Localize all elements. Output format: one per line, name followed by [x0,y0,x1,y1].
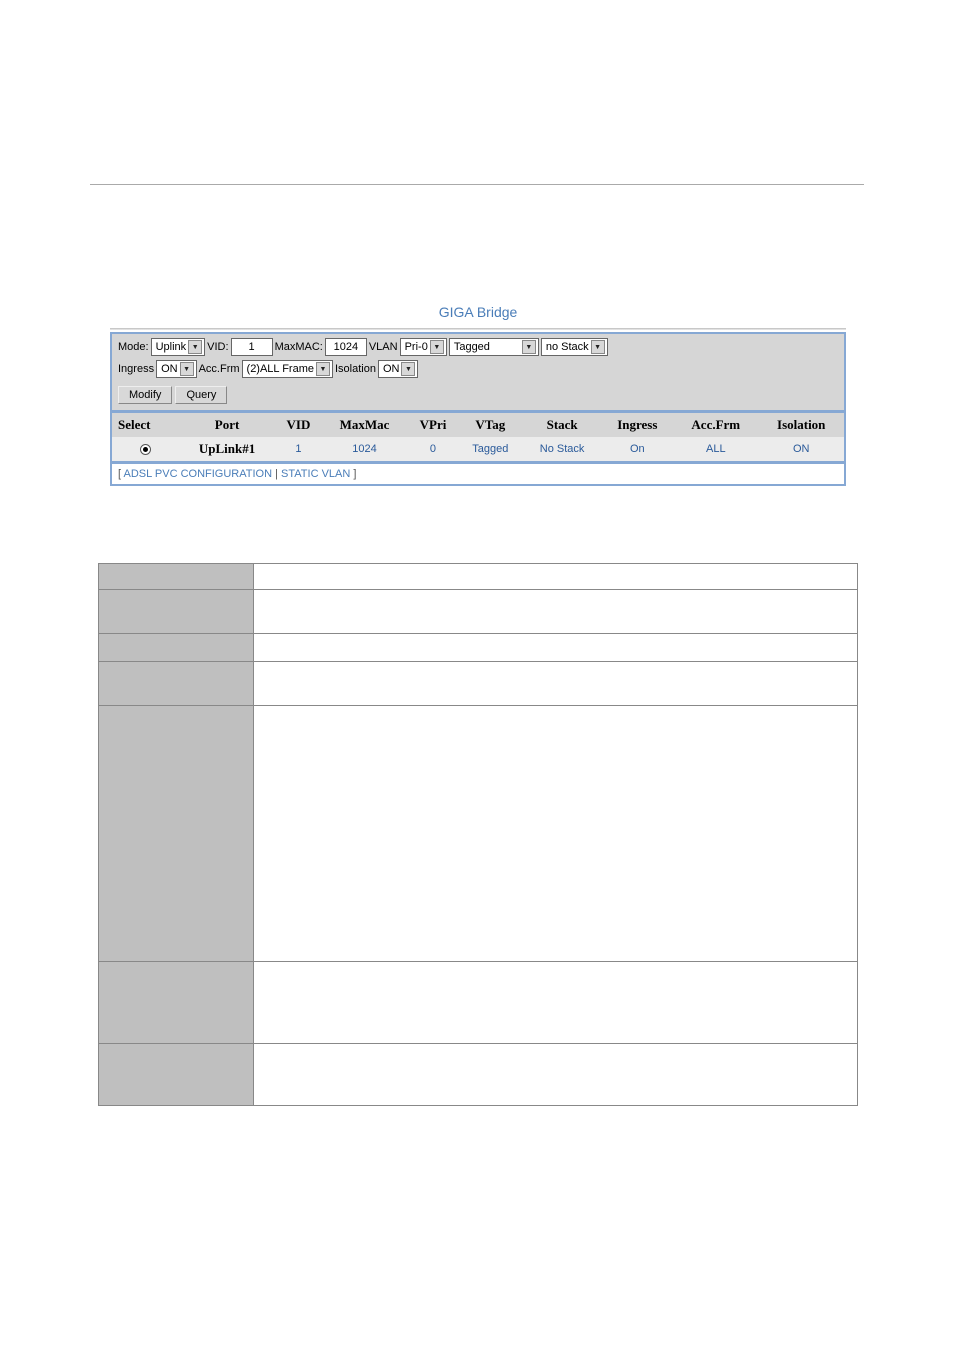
mode-label: Mode: [118,341,149,353]
separator: | [272,468,281,480]
cell-maxmac: 1024 [321,437,408,462]
desc-cell [99,962,254,1044]
col-accfrm: Acc.Frm [673,413,758,438]
ingress-select[interactable]: ON▼ [156,360,197,378]
table-header-row: Select Port VID MaxMac VPri VTag Stack I… [111,413,845,438]
row-select-radio[interactable] [140,444,151,455]
chevron-down-icon: ▼ [180,362,194,376]
cell-vtag: Tagged [458,437,523,462]
adsl-pvc-link[interactable]: ADSL PVC CONFIGURATION [124,468,273,480]
config-form: Mode: Uplink▼ VID: 1 MaxMAC: 1024 VLAN P… [110,332,846,412]
col-port: Port [178,413,276,438]
vid-input[interactable]: 1 [231,338,273,356]
desc-cell [254,662,858,706]
mode-select[interactable]: Uplink▼ [151,338,206,356]
col-isolation: Isolation [758,413,845,438]
description-table [98,563,858,1106]
divider [90,184,864,185]
desc-cell [254,706,858,962]
table-row: UpLink#1 1 1024 0 Tagged No Stack On ALL… [111,437,845,462]
chevron-down-icon: ▼ [188,340,202,354]
vlan-select[interactable]: Pri-0▼ [400,338,447,356]
desc-cell [99,564,254,590]
col-vtag: VTag [458,413,523,438]
desc-cell [99,590,254,634]
accfrm-label: Acc.Frm [199,363,240,375]
col-stack: Stack [523,413,602,438]
maxmac-input[interactable]: 1024 [325,338,367,356]
col-maxmac: MaxMac [321,413,408,438]
col-vpri: VPri [408,413,458,438]
cell-port: UpLink#1 [178,437,276,462]
vid-label: VID: [207,341,228,353]
col-ingress: Ingress [602,413,674,438]
maxmac-label: MaxMAC: [275,341,323,353]
desc-cell [254,1044,858,1106]
chevron-down-icon: ▼ [522,340,536,354]
chevron-down-icon: ▼ [316,362,330,376]
cell-vid: 1 [276,437,321,462]
col-select: Select [111,413,178,438]
ingress-label: Ingress [118,363,154,375]
cell-accfrm: ALL [673,437,758,462]
isolation-label: Isolation [335,363,376,375]
tagged-select[interactable]: Tagged▼ [449,338,539,356]
footer-links: [ ADSL PVC CONFIGURATION | STATIC VLAN ] [110,463,846,486]
desc-cell [99,1044,254,1106]
stack-select[interactable]: no Stack▼ [541,338,608,356]
static-vlan-link[interactable]: STATIC VLAN [281,468,350,480]
desc-cell [254,564,858,590]
col-vid: VID [276,413,321,438]
accfrm-select[interactable]: (2)ALL Frame▼ [242,360,333,378]
desc-cell [99,634,254,662]
isolation-select[interactable]: ON▼ [378,360,419,378]
bracket-close: ] [350,468,356,480]
chevron-down-icon: ▼ [591,340,605,354]
query-button[interactable]: Query [175,386,227,404]
panel-title: GIGA Bridge [110,296,846,328]
vlan-label: VLAN [369,341,398,353]
cell-isolation: ON [758,437,845,462]
desc-cell [99,706,254,962]
cell-vpri: 0 [408,437,458,462]
bridge-table: Select Port VID MaxMac VPri VTag Stack I… [110,412,846,463]
desc-cell [254,590,858,634]
cell-stack: No Stack [523,437,602,462]
cell-ingress: On [602,437,674,462]
giga-bridge-panel: GIGA Bridge Mode: Uplink▼ VID: 1 MaxMAC:… [110,296,846,486]
divider [110,328,846,330]
desc-cell [254,634,858,662]
modify-button[interactable]: Modify [118,386,172,404]
chevron-down-icon: ▼ [430,340,444,354]
desc-cell [99,662,254,706]
desc-cell [254,962,858,1044]
chevron-down-icon: ▼ [401,362,415,376]
